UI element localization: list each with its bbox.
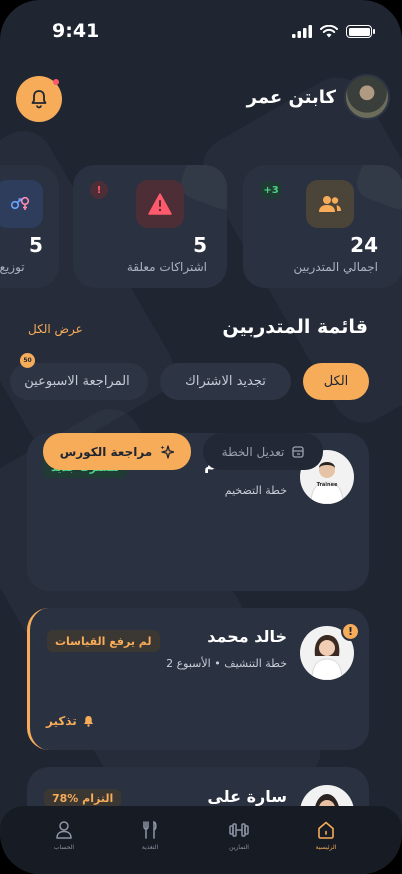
- filter-weekly-review[interactable]: المراجعة الاسبوعين: [10, 363, 148, 400]
- sparkle-icon: [160, 444, 175, 459]
- trainee-plan: خطة التنشيف • الأسبوع 2: [166, 657, 287, 670]
- stat-value: 5: [29, 233, 43, 257]
- coach-profile[interactable]: كابتن عمر: [247, 74, 390, 120]
- status-badge: 78% التزام: [44, 789, 122, 807]
- nav-workouts[interactable]: التمارين: [209, 820, 269, 851]
- stat-label: توزيع الج: [0, 260, 25, 274]
- battery-icon: [346, 25, 375, 38]
- trainee-card[interactable]: Trainee أحمد سالم خطة التضخيم مشترك جديد…: [27, 433, 369, 591]
- home-icon: [318, 821, 334, 839]
- stat-label: اجمالي المتدربين: [293, 260, 378, 274]
- wifi-icon: [320, 25, 338, 38]
- nav-label: التغذية: [141, 844, 159, 851]
- nav-account[interactable]: الحساب: [34, 820, 94, 851]
- gender-icon: [0, 180, 43, 228]
- signal-icon: [292, 25, 312, 38]
- remind-button[interactable]: تذكير: [46, 714, 94, 728]
- notifications-button[interactable]: [16, 76, 62, 122]
- section-title: قائمة المتدربين: [222, 316, 368, 338]
- nav-label: الرئيسية: [315, 844, 337, 851]
- coach-avatar: [344, 74, 390, 120]
- trainee-plan: خطة التضخيم: [224, 484, 287, 497]
- trainee-name: خالد محمد: [207, 627, 287, 646]
- view-all-link[interactable]: عرض الكل: [28, 322, 83, 336]
- coach-name: كابتن عمر: [246, 86, 336, 108]
- nav-label: التمارين: [229, 844, 249, 851]
- app-screen: 9:41 كابتن عمر +3 24 اجمالي المتدربين ! …: [0, 0, 402, 874]
- warning-icon: [136, 180, 184, 228]
- dumbbell-icon: [229, 823, 249, 837]
- trainee-card[interactable]: ! خالد محمد خطة التنشيف • الأسبوع 2 لم ي…: [27, 608, 369, 750]
- bell-icon: [83, 716, 93, 727]
- stat-badge: !: [90, 181, 108, 199]
- filter-renewal[interactable]: تجديد الاشتراك: [160, 363, 291, 400]
- stat-label: اشتراكات معلقة: [126, 260, 207, 274]
- status-badge: لم يرفع القياسات: [47, 630, 160, 652]
- nav-label: الحساب: [53, 844, 75, 851]
- edit-plan-label: تعديل الخطة: [221, 444, 285, 459]
- notification-dot: [53, 79, 59, 85]
- trainee-name: سارة على: [207, 787, 287, 806]
- nav-home[interactable]: الرئيسية: [296, 820, 356, 851]
- remind-label: تذكير: [46, 714, 77, 728]
- user-icon: [56, 821, 72, 839]
- stat-badge: +3: [260, 181, 282, 199]
- stat-value: 5: [193, 233, 207, 257]
- avatar-caption: Trainee: [316, 482, 338, 488]
- bell-icon: [31, 90, 47, 109]
- fork-knife-icon: [143, 820, 157, 839]
- edit-icon: [292, 445, 304, 458]
- review-course-label: مراجعة الكورس: [59, 444, 153, 459]
- users-icon: [306, 180, 354, 228]
- filter-all[interactable]: الكل: [303, 363, 369, 400]
- alert-badge: !: [341, 622, 360, 641]
- bottom-navigation: الرئيسية التمارين التغذية الحساب: [0, 806, 402, 874]
- status-bar: 9:41: [0, 0, 402, 64]
- edit-plan-button[interactable]: تعديل الخطة: [203, 433, 323, 470]
- nav-nutrition[interactable]: التغذية: [120, 820, 180, 851]
- filter-count-badge: 50: [20, 353, 35, 368]
- stat-value: 24: [350, 233, 378, 257]
- review-course-button[interactable]: مراجعة الكورس: [43, 433, 191, 470]
- status-time: 9:41: [52, 20, 100, 42]
